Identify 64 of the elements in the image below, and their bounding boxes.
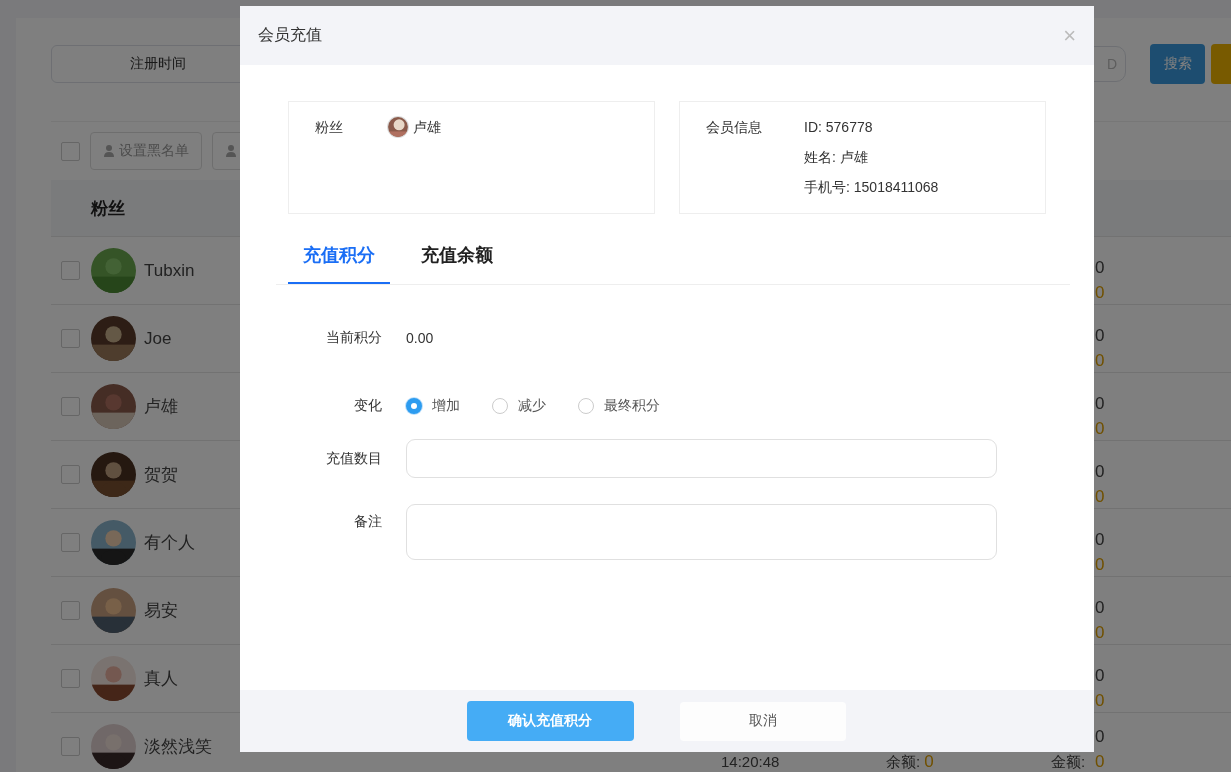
row-checkbox[interactable]: [61, 737, 80, 756]
member-info-text: 姓名: 卢雄: [804, 149, 869, 167]
user-icon: [225, 144, 239, 158]
amount-label: 金额:: [1051, 753, 1086, 770]
amount-value: 0: [1095, 488, 1105, 506]
column-header: 粉丝: [91, 197, 125, 220]
fan-name: 淡然浅笑: [144, 736, 212, 758]
confirm-button[interactable]: 确认充值积分: [466, 701, 634, 741]
export-button[interactable]: [1211, 44, 1231, 84]
radio-option[interactable]: 最终积分: [578, 397, 660, 415]
balance-label: 余额:: [886, 753, 921, 771]
radio-button[interactable]: [406, 398, 422, 414]
fan-name: Tubxin: [144, 260, 195, 281]
fan-name: 有个人: [144, 532, 195, 554]
current-points: 0.00: [406, 330, 434, 346]
dialog-title: 会员充值: [258, 25, 322, 45]
row-checkbox[interactable]: [61, 669, 80, 688]
amount-value: 0: [1095, 556, 1105, 574]
fan-name: 卢雄: [144, 396, 178, 418]
search-button[interactable]: 搜索: [1150, 44, 1205, 84]
row-checkbox[interactable]: [61, 261, 80, 280]
amount-value: 0: [1095, 352, 1105, 370]
fan-name: 真人: [144, 668, 178, 690]
points-value: 0: [1095, 327, 1105, 345]
field-label: 变化: [353, 397, 382, 415]
points-value: 0: [1095, 531, 1105, 549]
points-value: 0: [1095, 395, 1105, 413]
field-label: 充值数目: [325, 449, 382, 468]
member-info-text: 手机号: 15018411068: [804, 179, 939, 197]
row-checkbox[interactable]: [61, 533, 80, 552]
radio-option[interactable]: 增加: [406, 397, 460, 415]
amount-value: 0: [1095, 624, 1105, 642]
tab[interactable]: 充值余额: [406, 229, 508, 284]
row-checkbox[interactable]: [61, 465, 80, 484]
points-value: 0: [1095, 463, 1105, 481]
select-all-checkbox[interactable]: [61, 141, 80, 161]
row-checkbox[interactable]: [61, 329, 80, 348]
cancel-button[interactable]: 取消: [679, 701, 846, 741]
points-value: 0: [1095, 259, 1105, 277]
row-checkbox[interactable]: [61, 397, 80, 416]
amount-value: 0: [1095, 692, 1105, 710]
fan-name: 易安: [144, 600, 178, 622]
radio-option[interactable]: 减少: [492, 397, 546, 415]
fan-name: 贺贺: [144, 464, 178, 486]
points-value: 0: [1095, 728, 1105, 746]
points-value: 0: [1095, 667, 1105, 685]
fan-name: 卢雄: [413, 119, 441, 137]
fan-name: Joe: [144, 328, 172, 349]
field-label: 当前积分: [325, 329, 382, 347]
member-label: 会员信息: [706, 119, 763, 137]
balance-value: 0: [924, 753, 934, 771]
amount-value: 0: [1095, 284, 1105, 302]
points-value: 0: [1095, 599, 1105, 617]
tab[interactable]: 充值积分: [288, 229, 390, 284]
row-checkbox[interactable]: [61, 601, 80, 620]
user-icon: [103, 144, 117, 158]
field-label: 备注: [353, 513, 382, 531]
member-info-text: ID: 576778: [804, 119, 874, 137]
note-field[interactable]: [406, 504, 997, 560]
amount-value: 0: [1095, 420, 1105, 438]
fan-label: 粉丝: [315, 119, 344, 137]
amount-field[interactable]: [406, 439, 997, 478]
time-text: 14:20:48: [721, 753, 780, 771]
amount-value: 0: [1095, 753, 1105, 771]
